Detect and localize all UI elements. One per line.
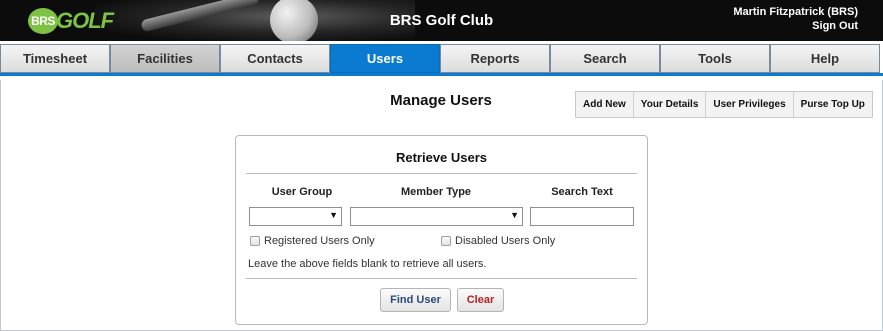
tab-users[interactable]: Users (330, 44, 440, 73)
registered-users-only-checkbox[interactable]: Registered Users Only (250, 235, 375, 247)
disabled-users-only-checkbox[interactable]: Disabled Users Only (441, 235, 555, 247)
tab-timesheet[interactable]: Timesheet (0, 44, 110, 73)
checkbox-icon (250, 236, 260, 246)
divider (246, 278, 637, 279)
panel-title: Retrieve Users (395, 150, 488, 165)
tab-tools[interactable]: Tools (660, 44, 770, 73)
find-user-button[interactable]: Find User (380, 288, 451, 312)
page-title: Manage Users (390, 92, 492, 109)
member-type-select[interactable]: ▼ (350, 207, 523, 226)
user-name: Martin Fitzpatrick (BRS) (733, 6, 858, 18)
tab-search[interactable]: Search (550, 44, 660, 73)
search-text-label: Search Text (551, 186, 613, 198)
dropdown-arrow-icon: ▼ (510, 210, 519, 220)
user-privileges-button[interactable]: User Privileges (706, 92, 794, 117)
checkbox-icon (441, 236, 451, 246)
registered-users-only-label: Registered Users Only (264, 235, 375, 247)
add-new-button[interactable]: Add New (576, 92, 634, 117)
page-toolbar: Add New Your Details User Privileges Pur… (575, 91, 873, 118)
tab-facilities[interactable]: Facilities (110, 44, 220, 73)
tab-help[interactable]: Help (770, 44, 880, 73)
purse-top-up-button[interactable]: Purse Top Up (794, 92, 872, 117)
app-header: BRS GOLF BRS Golf Club Martin Fitzpatric… (0, 0, 883, 41)
clear-button[interactable]: Clear (457, 288, 504, 312)
search-text-input[interactable] (530, 207, 634, 226)
divider (246, 173, 637, 174)
disabled-users-only-label: Disabled Users Only (455, 235, 556, 247)
dropdown-arrow-icon: ▼ (329, 210, 338, 220)
retrieve-hint: Leave the above fields blank to retrieve… (248, 258, 487, 270)
member-type-label: Member Type (400, 186, 472, 198)
user-group-select[interactable]: ▼ (249, 207, 342, 226)
retrieve-users-panel: Retrieve Users User Group Member Type Se… (235, 135, 648, 325)
your-details-button[interactable]: Your Details (634, 92, 707, 117)
user-group-label: User Group (271, 186, 333, 198)
main-nav: Timesheet Facilities Contacts Users Repo… (0, 44, 883, 76)
tab-reports[interactable]: Reports (440, 44, 550, 73)
sign-out-link[interactable]: Sign Out (812, 20, 858, 32)
tab-contacts[interactable]: Contacts (220, 44, 330, 73)
